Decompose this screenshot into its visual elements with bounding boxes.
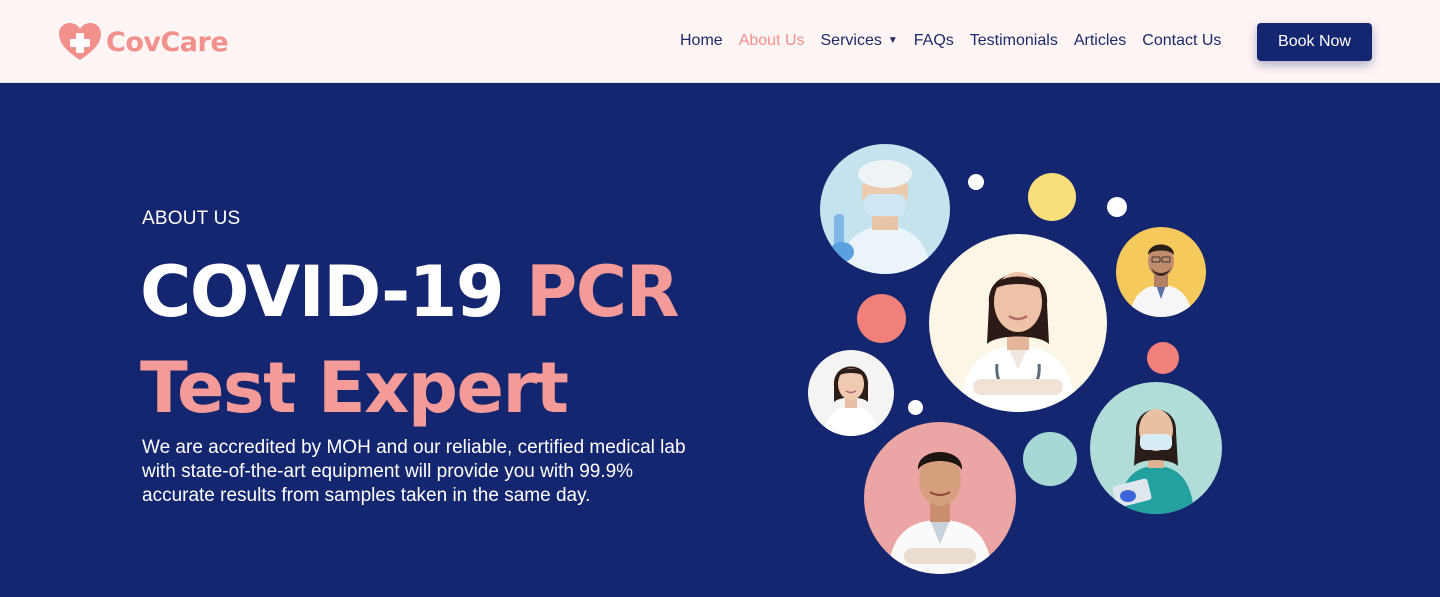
main-nav: Home About Us Services ▼ FAQs Testimonial… [680, 31, 1237, 51]
nav-services-label: Services [820, 32, 882, 49]
photo-male-doctor-yellow [1116, 227, 1206, 317]
hero-section: ABOUT US COVID-19 PCR Test Expert We are … [0, 84, 1440, 597]
female-nurse-image [1090, 382, 1222, 514]
male-doctor-image [1116, 227, 1206, 317]
brand-name: CovCare [106, 26, 229, 58]
decor-dot-coral-small [1147, 342, 1179, 374]
male-doctor-pink-image [864, 422, 1016, 574]
photo-lab-technician [820, 144, 950, 274]
brand-logo[interactable]: CovCare [58, 21, 229, 63]
nav-contact-us[interactable]: Contact Us [1142, 31, 1221, 51]
decor-dot-yellow [1028, 173, 1076, 221]
decor-dot-white-small [908, 400, 923, 415]
doctor-collage [0, 84, 1440, 597]
decor-dot-coral [857, 294, 906, 343]
nav-articles[interactable]: Articles [1074, 31, 1126, 51]
decor-dot-teal [1023, 432, 1077, 486]
nav-services[interactable]: Services ▼ [821, 31, 898, 51]
nav-testimonials[interactable]: Testimonials [970, 31, 1058, 51]
nav-faqs[interactable]: FAQs [914, 31, 954, 51]
woman-smiling-image [808, 350, 894, 436]
female-doctor-image [929, 234, 1107, 412]
photo-female-doctor [929, 234, 1107, 412]
photo-male-doctor-pink [864, 422, 1016, 574]
book-now-button[interactable]: Book Now [1257, 23, 1372, 61]
site-header: CovCare Home About Us Services ▼ FAQs Tes… [0, 0, 1440, 83]
decor-dot-white [1107, 197, 1127, 217]
photo-female-nurse [1090, 382, 1222, 514]
photo-woman-smiling [808, 350, 894, 436]
heart-cross-icon [59, 23, 101, 60]
nav-home[interactable]: Home [680, 31, 723, 51]
caret-down-icon: ▼ [887, 35, 898, 46]
decor-dot-white [968, 174, 984, 190]
nav-about-us[interactable]: About Us [739, 31, 805, 51]
lab-technician-image [820, 144, 950, 274]
